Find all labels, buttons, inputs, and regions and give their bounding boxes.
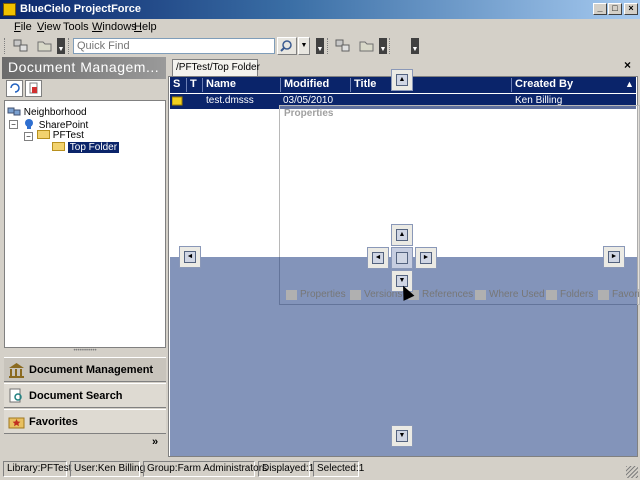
dock-left-icon[interactable]: ◄ bbox=[179, 246, 201, 268]
maximize-button[interactable]: □ bbox=[608, 3, 622, 15]
folder-tree[interactable]: Neighborhood − SharePoint − PFTest Top F… bbox=[4, 100, 166, 348]
left-panel-header: Document Managem... bbox=[2, 57, 166, 79]
toolbar-grip-2[interactable] bbox=[327, 38, 330, 54]
folder-open-icon bbox=[52, 142, 65, 151]
window-title: BlueCielo ProjectForce bbox=[20, 3, 142, 15]
menu-view[interactable]: View bbox=[37, 21, 61, 33]
resize-grip-icon[interactable] bbox=[626, 466, 638, 478]
tab-properties[interactable]: Properties bbox=[286, 289, 346, 300]
properties-title: Properties bbox=[284, 108, 334, 119]
tab-top-folder[interactable]: /PFTest/Top Folder bbox=[172, 59, 260, 76]
refresh-icon[interactable] bbox=[6, 80, 23, 97]
toolbar-grip-search[interactable] bbox=[68, 38, 71, 54]
dock-guide-cross: ▲ ◄ ► ▼ bbox=[367, 224, 437, 294]
properties-icon bbox=[286, 290, 297, 300]
search-doc-icon bbox=[9, 388, 22, 403]
close-button[interactable]: × bbox=[624, 3, 638, 15]
column-header-title[interactable]: Title bbox=[350, 78, 376, 92]
status-library: Library:PFTest bbox=[3, 461, 71, 477]
dock-bottom-icon[interactable]: ▼ bbox=[391, 425, 413, 447]
toolbar-overflow-search[interactable]: ▼ bbox=[316, 38, 324, 54]
tree-label: Neighborhood bbox=[23, 107, 87, 118]
status-user: User:Ken Billing bbox=[70, 461, 145, 477]
where-used-icon bbox=[475, 290, 486, 300]
column-header-created-by[interactable]: Created By bbox=[511, 78, 573, 92]
properties-tab-strip: Properties Versions References Where Use… bbox=[284, 288, 640, 304]
column-header-modified[interactable]: Modified bbox=[280, 78, 329, 92]
toolbar-overflow[interactable]: ▼ bbox=[57, 38, 65, 54]
column-header-s[interactable]: S bbox=[170, 78, 180, 92]
menu-windows[interactable]: Windows bbox=[92, 21, 137, 33]
menu-help[interactable]: Help bbox=[134, 21, 157, 33]
collapse-icon[interactable]: − bbox=[24, 132, 33, 141]
favorites-icon bbox=[598, 290, 609, 300]
quick-find-input[interactable] bbox=[73, 38, 275, 54]
cell-name: test.dmsss bbox=[206, 95, 254, 106]
menu-file[interactable]: File bbox=[14, 21, 32, 33]
dock-top-icon[interactable]: ▲ bbox=[391, 69, 413, 91]
status-group: Group:Farm Administrators bbox=[143, 461, 267, 477]
app-icon bbox=[3, 3, 16, 16]
tab-where-used[interactable]: Where Used bbox=[475, 289, 545, 300]
server-icon bbox=[25, 119, 33, 129]
nav-document-search[interactable]: Document Search bbox=[4, 383, 166, 408]
title-bar: BlueCielo ProjectForce _ □ × bbox=[0, 0, 640, 19]
toolbar-grip-3[interactable] bbox=[389, 38, 392, 54]
open-folder-icon-2[interactable] bbox=[358, 38, 375, 53]
status-selected: Selected:1 bbox=[313, 461, 364, 477]
tree-label: PFTest bbox=[52, 130, 84, 141]
toolbar-overflow-2[interactable]: ▼ bbox=[379, 38, 387, 54]
magnifier-icon bbox=[280, 40, 292, 52]
document-status-icon bbox=[172, 96, 183, 106]
panel-splitter[interactable]: ••••••••••• bbox=[4, 348, 166, 355]
network-icon bbox=[7, 107, 21, 116]
network-open-icon-2[interactable] bbox=[334, 38, 351, 53]
status-bar: Library:PFTest User:Ken Billing Group:Fa… bbox=[0, 458, 640, 480]
tab-favorites[interactable]: Favorit bbox=[598, 289, 640, 300]
tree-item-sharepoint[interactable]: SharePoint bbox=[22, 118, 88, 131]
collapse-icon[interactable]: − bbox=[9, 120, 18, 129]
nav-label: Favorites bbox=[29, 416, 78, 428]
status-displayed: Displayed:1 bbox=[258, 461, 314, 477]
tree-item-pftest[interactable]: PFTest bbox=[37, 130, 84, 142]
network-open-icon[interactable] bbox=[12, 38, 29, 53]
document-icon[interactable] bbox=[25, 80, 42, 97]
dock-cross-left-icon[interactable]: ◄ bbox=[367, 247, 389, 269]
menu-tools[interactable]: Tools bbox=[63, 21, 89, 33]
minimize-button[interactable]: _ bbox=[593, 3, 607, 15]
tab-folders[interactable]: Folders bbox=[546, 289, 593, 300]
dock-cross-top-icon[interactable]: ▲ bbox=[391, 224, 413, 246]
close-document-icon[interactable]: × bbox=[624, 58, 631, 72]
tree-label: Top Folder bbox=[67, 142, 120, 153]
tree-item-top-folder[interactable]: Top Folder bbox=[52, 142, 120, 154]
versions-icon bbox=[350, 290, 361, 300]
nav-label: Document Search bbox=[29, 390, 123, 402]
building-icon bbox=[9, 363, 24, 378]
toolbar-overflow-3[interactable]: ▼ bbox=[411, 38, 419, 54]
search-options-dropdown[interactable]: ▼ bbox=[298, 37, 310, 55]
nav-document-management[interactable]: Document Management bbox=[4, 357, 166, 382]
left-panel-tools bbox=[2, 79, 166, 99]
search-button[interactable] bbox=[277, 37, 297, 55]
toolbar-grip[interactable] bbox=[4, 38, 7, 54]
more-chevron-icon[interactable]: » bbox=[152, 436, 158, 448]
dock-right-icon[interactable]: ► bbox=[603, 246, 625, 268]
menu-bar: File View Tools Windows Help bbox=[0, 19, 640, 36]
open-folder-icon[interactable] bbox=[36, 38, 53, 53]
dock-cross-right-icon[interactable]: ► bbox=[415, 247, 437, 269]
folders-icon bbox=[546, 290, 557, 300]
dock-cross-center-icon[interactable] bbox=[391, 247, 413, 269]
star-folder-icon bbox=[8, 417, 25, 429]
folder-icon bbox=[37, 130, 50, 139]
column-header-t[interactable]: T bbox=[186, 78, 197, 92]
nav-favorites[interactable]: Favorites bbox=[4, 409, 166, 434]
tree-item-neighborhood[interactable]: Neighborhood bbox=[7, 106, 87, 118]
sort-ascending-icon: ▲ bbox=[625, 79, 634, 89]
column-header-name[interactable]: Name bbox=[202, 78, 236, 92]
nav-label: Document Management bbox=[29, 364, 154, 376]
